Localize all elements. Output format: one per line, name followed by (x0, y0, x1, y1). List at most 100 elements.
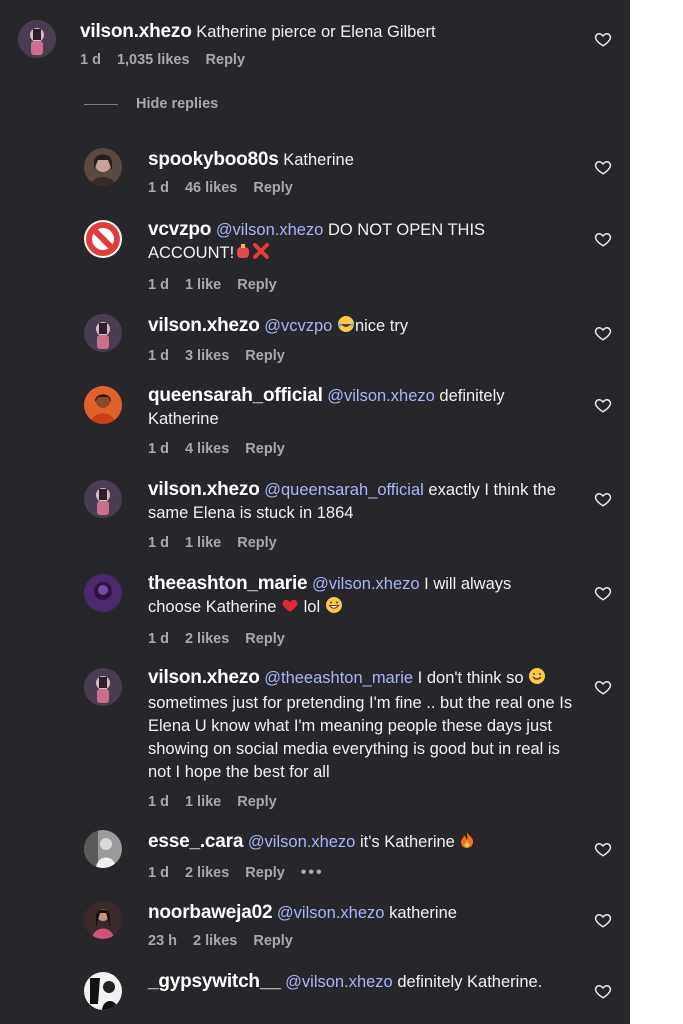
reply-item: vcvzpo @vilson.xhezo DO NOT OPEN THIS AC… (0, 216, 630, 300)
comment-meta: 1 d 1 like Reply (148, 277, 558, 293)
comment-age: 1 d (148, 180, 169, 196)
username[interactable]: queensarah_official (148, 385, 323, 406)
username[interactable]: vilson.xhezo (148, 479, 260, 500)
hide-replies-button[interactable]: Hide replies (84, 96, 218, 112)
avatar[interactable] (84, 148, 122, 186)
avatar[interactable] (84, 972, 122, 1010)
username[interactable]: esse_.cara (148, 831, 243, 852)
username[interactable]: vilson.xhezo (148, 315, 260, 336)
more-options-icon[interactable]: ••• (301, 864, 324, 882)
reply-item: theeashton_marie @vilson.xhezo I will al… (0, 570, 630, 654)
comment-body-continued: sometimes just for pretending I'm fine .… (148, 694, 573, 781)
like-count[interactable]: 4 likes (185, 441, 229, 457)
username[interactable]: spookyboo80s (148, 149, 279, 170)
mention-link[interactable]: @theeashton_marie (264, 669, 413, 687)
heart-icon[interactable] (594, 840, 612, 858)
avatar[interactable] (84, 574, 122, 612)
reply-button[interactable]: Reply (245, 348, 285, 364)
username[interactable]: _gypsywitch__ (148, 971, 281, 992)
username[interactable]: theeashton_marie (148, 573, 308, 594)
username[interactable]: vilson.xhezo (148, 667, 260, 688)
comment-age: 1 d (148, 277, 169, 293)
reply-button[interactable]: Reply (245, 441, 285, 457)
avatar[interactable] (18, 20, 56, 58)
heart-icon[interactable] (594, 158, 612, 176)
reply-button[interactable]: Reply (206, 52, 246, 68)
reply-button[interactable]: Reply (237, 535, 277, 551)
reply-item: vilson.xhezo @queensarah_official exactl… (0, 476, 630, 560)
reply-item: queensarah_official @vilson.xhezo defini… (0, 382, 630, 466)
heart-icon[interactable] (594, 982, 612, 1000)
reply-item: spookyboo80s Katherine 1 d 46 likes Repl… (0, 144, 630, 204)
comment-meta: 1 d 3 likes Reply (148, 348, 578, 364)
divider (84, 103, 118, 105)
like-count[interactable]: 3 likes (185, 348, 229, 364)
mention-link[interactable]: @vilson.xhezo (327, 387, 435, 405)
mention-link[interactable]: @vilson.xhezo (285, 973, 393, 991)
avatar[interactable] (84, 220, 122, 258)
reply-item: noorbaweja02 @vilson.xhezo katherine 23 … (0, 897, 630, 959)
like-count[interactable]: 2 likes (185, 631, 229, 647)
top-comment: vilson.xhezo Katherine pierce or Elena G… (0, 12, 630, 82)
mention-link[interactable]: @vilson.xhezo (312, 575, 420, 593)
heart-icon[interactable] (594, 30, 612, 48)
red-heart-emoji-icon (281, 596, 299, 621)
heart-icon[interactable] (594, 490, 612, 508)
reply-button[interactable]: Reply (237, 277, 277, 293)
laughing-emoji-icon (337, 315, 355, 340)
like-count[interactable]: 1,035 likes (117, 52, 190, 68)
reply-item: vilson.xhezo @theeashton_marie I don't t… (0, 664, 630, 816)
like-count[interactable]: 2 likes (193, 933, 237, 949)
reply-button[interactable]: Reply (253, 933, 293, 949)
heart-icon[interactable] (594, 584, 612, 602)
comment-age: 23 h (148, 933, 178, 949)
avatar[interactable] (84, 386, 122, 424)
comment-age: 1 d (148, 348, 169, 364)
heart-icon[interactable] (594, 324, 612, 342)
comment-meta: 1 d 1 like Reply (148, 535, 578, 551)
like-count[interactable]: 46 likes (185, 180, 237, 196)
reply-button[interactable]: Reply (245, 865, 285, 881)
mention-link[interactable]: @vilson.xhezo (248, 833, 356, 851)
username[interactable]: noorbaweja02 (148, 902, 273, 923)
reply-button[interactable]: Reply (237, 794, 277, 810)
reply-button[interactable]: Reply (253, 180, 293, 196)
avatar[interactable] (84, 830, 122, 868)
comment-age: 1 d (148, 865, 169, 881)
comment-body: Katherine (283, 151, 354, 169)
reply-item: _gypsywitch__ @vilson.xhezo definitely K… (0, 968, 630, 1024)
comment-age: 1 d (80, 52, 101, 68)
comment-body: I don't think so (417, 669, 524, 687)
comment-age: 1 d (148, 441, 169, 457)
like-count[interactable]: 1 like (185, 535, 221, 551)
heart-icon[interactable] (594, 911, 612, 929)
heart-icon[interactable] (594, 230, 612, 248)
comment-age: 1 d (148, 631, 169, 647)
avatar[interactable] (84, 901, 122, 939)
fire-emoji-icon (459, 831, 475, 856)
comment-meta: 1 d 4 likes Reply (148, 441, 568, 457)
comments-panel: vilson.xhezo Katherine pierce or Elena G… (0, 0, 630, 1024)
avatar[interactable] (84, 668, 122, 706)
like-count[interactable]: 1 like (185, 794, 221, 810)
mention-link[interactable]: @vcvzpo (264, 317, 332, 335)
like-count[interactable]: 2 likes (185, 865, 229, 881)
avatar[interactable] (84, 314, 122, 352)
mention-link[interactable]: @vilson.xhezo (216, 221, 324, 239)
comment-meta: 1 d 2 likes Reply (148, 631, 568, 647)
heart-icon[interactable] (594, 678, 612, 696)
comment-body: definitely Katherine. (397, 973, 543, 991)
heart-icon[interactable] (594, 396, 612, 414)
username[interactable]: vilson.xhezo (80, 21, 192, 42)
comment-text: vilson.xhezo Katherine pierce or Elena G… (80, 20, 570, 44)
username[interactable]: vcvzpo (148, 219, 211, 240)
smiling-emoji-icon (528, 667, 546, 692)
reply-button[interactable]: Reply (245, 631, 285, 647)
avatar[interactable] (84, 480, 122, 518)
comment-body: it's Katherine (359, 833, 455, 851)
like-count[interactable]: 1 like (185, 277, 221, 293)
reply-item: vilson.xhezo @vcvzpo nice try 1 d 3 like… (0, 310, 630, 372)
mention-link[interactable]: @vilson.xhezo (277, 904, 385, 922)
comment-meta: 1 d 46 likes Reply (148, 180, 578, 196)
mention-link[interactable]: @queensarah_official (264, 481, 424, 499)
